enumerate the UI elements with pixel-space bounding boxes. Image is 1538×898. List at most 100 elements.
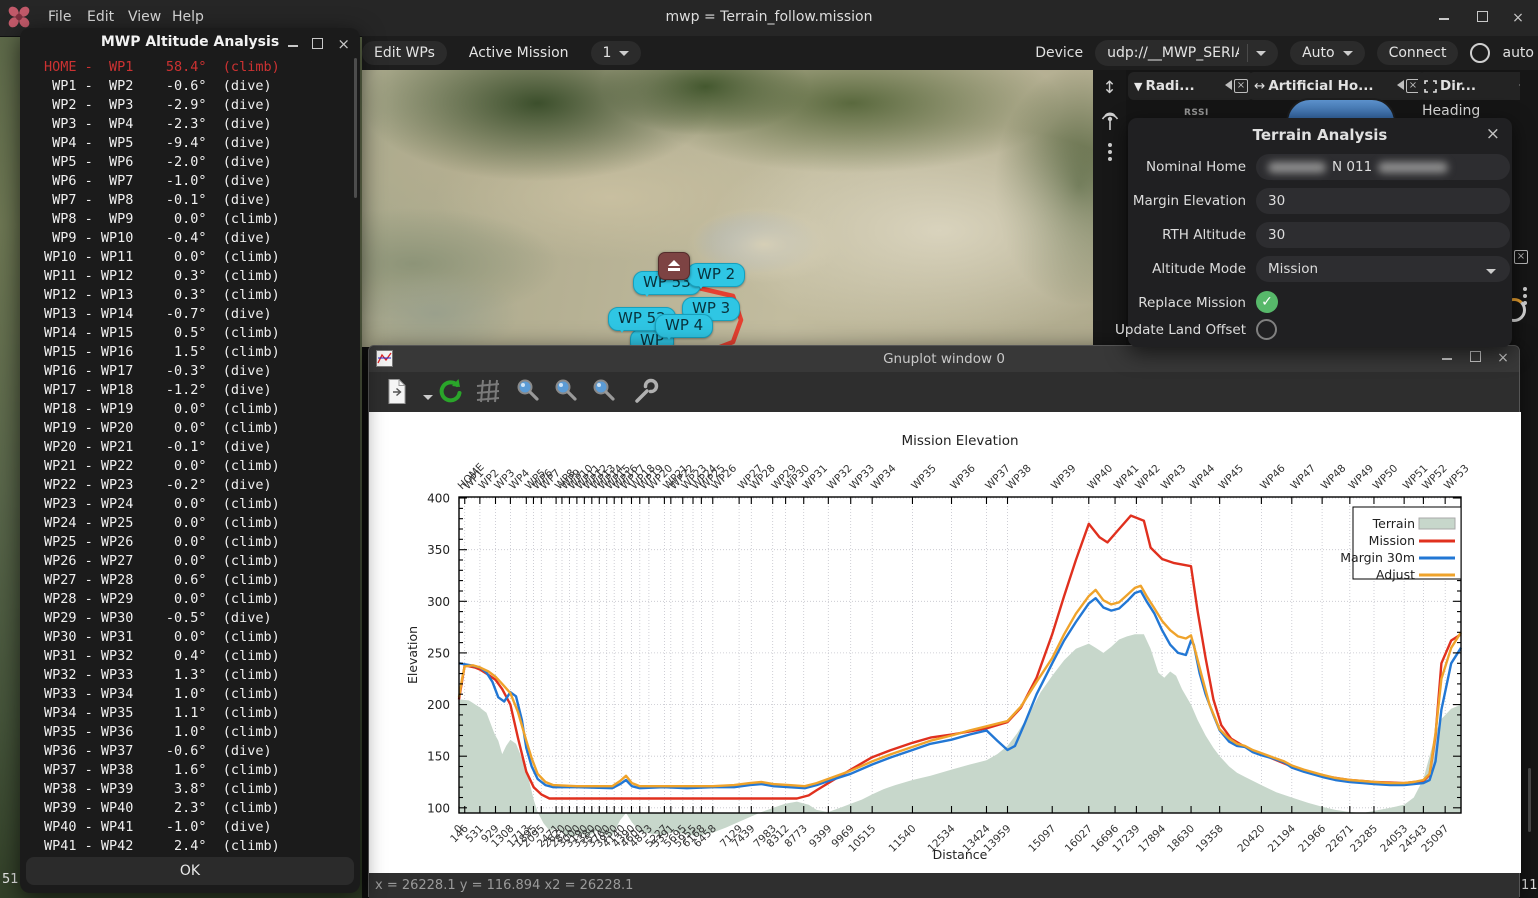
svg-text:Margin 30m: Margin 30m (1340, 550, 1415, 565)
altitude-row: WP18 - WP19 0.0° (climb) (20, 400, 360, 419)
redacted-text (1378, 162, 1448, 173)
resize-vertical-icon[interactable]: ↕ (1093, 78, 1126, 98)
altitude-row: WP12 - WP13 0.3° (climb) (20, 286, 360, 305)
active-mission-label: Active Mission (457, 41, 581, 65)
close-icon[interactable]: × (1486, 124, 1500, 144)
altitude-row: WP41 - WP42 2.4° (climb) (20, 837, 360, 856)
altitude-row: WP11 - WP12 0.3° (climb) (20, 267, 360, 286)
auto-connect-radio[interactable] (1470, 43, 1490, 63)
gnuplot-titlebar[interactable]: Gnuplot window 0 × (369, 346, 1519, 372)
svg-text:Mission Elevation: Mission Elevation (901, 433, 1018, 449)
altitude-row: WP14 - WP15 0.5° (climb) (20, 324, 360, 343)
divider (1247, 44, 1248, 62)
elevation-chart: HOME0WP1146WP2531WP3929WP41308WP51713WP6… (369, 412, 1521, 873)
svg-text:200: 200 (427, 698, 450, 712)
update-land-offset-checkbox[interactable] (1256, 319, 1277, 340)
minimize-button[interactable] (1436, 10, 1452, 26)
gnuplot-toolbar (369, 372, 1519, 412)
more-options-icon[interactable] (1093, 140, 1126, 164)
replot-icon[interactable] (435, 378, 463, 406)
grid-toggle-icon[interactable] (475, 378, 501, 404)
launch-icon (666, 259, 682, 273)
replace-mission-checkbox[interactable]: ✓ (1256, 291, 1278, 313)
scrollbar[interactable] (354, 58, 357, 198)
svg-text:WP48: WP48 (1319, 462, 1349, 492)
margin-elevation-field[interactable]: 30 (1256, 188, 1510, 214)
svg-text:11540: 11540 (887, 823, 919, 855)
connect-button[interactable]: Connect (1377, 41, 1459, 65)
rth-altitude-field[interactable]: 30 (1256, 222, 1510, 248)
zoom-icon[interactable] (515, 378, 541, 404)
nominal-home-field[interactable]: N 011 (1256, 154, 1510, 180)
mission-number-dropdown[interactable]: 1 (591, 41, 642, 65)
maximize-button[interactable] (1467, 350, 1483, 366)
altitude-row: WP30 - WP31 0.0° (climb) (20, 628, 360, 647)
svg-text:Terrain: Terrain (1372, 516, 1415, 531)
svg-text:WP43: WP43 (1159, 462, 1189, 492)
device-combo[interactable]: udp://__MWP_SERIAL_HO (1095, 40, 1278, 66)
margin-elevation-label: Margin Elevation (1133, 193, 1246, 209)
home-marker[interactable] (658, 252, 690, 280)
altitude-row: WP19 - WP20 0.0° (climb) (20, 419, 360, 438)
edit-wps-button[interactable]: Edit WPs (362, 41, 447, 65)
zoom-next-icon[interactable] (591, 378, 617, 404)
radio-status-panel[interactable]: ▼ Radi... × (1128, 72, 1254, 100)
altitude-mode-select[interactable]: Mission (1256, 256, 1510, 282)
maximize-button[interactable] (1474, 10, 1490, 26)
artificial-horizon-panel[interactable]: ↔ Artificial Ho... × (1248, 72, 1426, 100)
scrollbar[interactable] (1528, 768, 1531, 832)
svg-text:Distance: Distance (933, 847, 988, 862)
settings-wrench-icon[interactable] (631, 378, 659, 406)
top-toolbar: Edit WPs Active Mission 1 Device udp://_… (362, 36, 1538, 70)
altitude-row: WP27 - WP28 0.6° (climb) (20, 571, 360, 590)
altitude-row: WP26 - WP27 0.0° (climb) (20, 552, 360, 571)
chevron-down-icon[interactable] (423, 395, 433, 405)
altitude-row: WP25 - WP26 0.0° (climb) (20, 533, 360, 552)
altitude-row: WP24 - WP25 0.0° (climb) (20, 514, 360, 533)
zoom-previous-icon[interactable] (553, 378, 579, 404)
svg-text:WP42: WP42 (1133, 462, 1163, 492)
altitude-row: WP8 - WP9 0.0° (climb) (20, 210, 360, 229)
svg-text:WP46: WP46 (1258, 462, 1288, 492)
waypoint-marker[interactable]: WP 2 (687, 263, 745, 287)
gnuplot-window: Gnuplot window 0 × (368, 345, 1520, 897)
svg-text:Adjust: Adjust (1376, 567, 1415, 582)
svg-text:WP47: WP47 (1288, 462, 1318, 492)
close-button[interactable]: × (1495, 350, 1511, 366)
close-button[interactable]: × (337, 35, 350, 53)
clipped-text: 11 (1521, 878, 1538, 893)
minimize-button[interactable] (1439, 350, 1455, 366)
close-panel-icon[interactable]: × (1514, 250, 1528, 264)
export-icon[interactable] (385, 378, 409, 405)
altitude-row: WP7 - WP8 -0.1° (dive) (20, 191, 360, 210)
close-panel-icon[interactable]: × (1234, 79, 1248, 93)
close-button[interactable]: × (1510, 10, 1526, 26)
dialog-title: Terrain Analysis (1128, 126, 1512, 144)
altitude-row: WP15 - WP16 1.5° (climb) (20, 343, 360, 362)
altitude-row: WP29 - WP30 -0.5° (dive) (20, 609, 360, 628)
altitude-row: WP34 - WP35 1.1° (climb) (20, 704, 360, 723)
svg-text:WP35: WP35 (909, 462, 939, 492)
waypoint-marker[interactable]: WP 4 (655, 314, 713, 338)
maximize-button[interactable] (312, 34, 323, 53)
map-canvas[interactable]: WP 53WP 2WP 3WPWP 52WP 4 (362, 70, 1093, 347)
undock-icon[interactable] (1392, 80, 1404, 90)
svg-text:WP44: WP44 (1188, 462, 1218, 492)
svg-text:21194: 21194 (1266, 822, 1298, 854)
svg-text:21966: 21966 (1296, 822, 1328, 854)
minimize-button[interactable] (288, 34, 298, 53)
altitude-row: WP31 - WP32 0.4° (climb) (20, 647, 360, 666)
altitude-mode-label: Altitude Mode (1152, 261, 1246, 277)
baud-auto-dropdown[interactable]: Auto (1290, 41, 1365, 65)
svg-text:16027: 16027 (1063, 823, 1095, 855)
altitude-row: WP16 - WP17 -0.3° (dive) (20, 362, 360, 381)
ok-button[interactable]: OK (26, 857, 354, 885)
radio-tower-icon[interactable] (1093, 108, 1126, 136)
svg-text:100: 100 (427, 801, 450, 815)
undock-icon[interactable] (1220, 80, 1232, 90)
auto-connect-label: auto (1502, 45, 1534, 61)
right-edge-column: × 11 (1520, 70, 1538, 898)
svg-text:WP49: WP49 (1346, 462, 1376, 492)
svg-text:WP34: WP34 (869, 462, 899, 492)
altitude-row: WP10 - WP11 0.0° (climb) (20, 248, 360, 267)
